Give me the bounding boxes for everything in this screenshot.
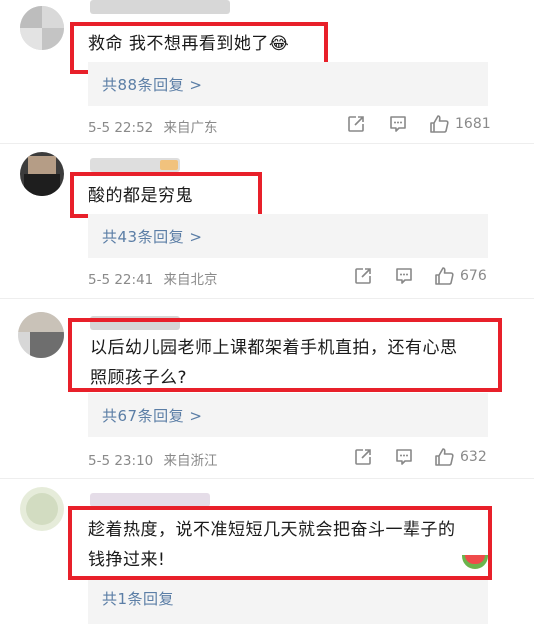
comment-text: 救命 我不想再看到她了😂 bbox=[88, 29, 289, 59]
replies-label: 共1条回复 bbox=[102, 590, 175, 608]
comment-text: 趁着热度，说不准短短几天就会把奋斗一辈子的 钱挣过来! bbox=[88, 515, 456, 575]
comment-text-line: 救命 我不想再看到她了 bbox=[88, 34, 269, 54]
avatar[interactable] bbox=[18, 312, 64, 358]
time-text: 5-5 23:10 bbox=[88, 453, 154, 469]
divider bbox=[0, 143, 534, 144]
comment-icon[interactable] bbox=[394, 266, 414, 286]
comment-text-line: 钱挣过来! bbox=[88, 550, 166, 570]
like-icon[interactable] bbox=[433, 265, 455, 287]
comment-text-line: 酸的都是穷鬼 bbox=[88, 186, 193, 206]
like-count: 1681 bbox=[455, 116, 491, 132]
username-blurred[interactable] bbox=[90, 493, 210, 507]
laugh-cry-emoji-icon: 😂 bbox=[268, 34, 290, 54]
avatar[interactable] bbox=[20, 152, 64, 196]
replies-label: 共43条回复 > bbox=[102, 228, 203, 246]
replies-label: 共88条回复 > bbox=[102, 76, 203, 94]
replies-link[interactable]: 共67条回复 > bbox=[88, 393, 488, 437]
username-blurred[interactable] bbox=[90, 0, 230, 14]
divider bbox=[0, 478, 534, 479]
time-text: 5-5 22:41 bbox=[88, 272, 154, 288]
timestamp: 5-5 23:10 来自浙江 bbox=[88, 449, 218, 469]
timestamp: 5-5 22:52 来自广东 bbox=[88, 116, 218, 136]
time-text: 5-5 22:52 bbox=[88, 120, 154, 136]
location-text: 来自浙江 bbox=[163, 453, 218, 469]
vip-badge-icon bbox=[160, 160, 178, 170]
like-count: 676 bbox=[460, 268, 487, 284]
location-text: 来自广东 bbox=[163, 120, 218, 136]
like-icon[interactable] bbox=[433, 446, 455, 468]
timestamp: 5-5 22:41 来自北京 bbox=[88, 268, 218, 288]
comment-icon[interactable] bbox=[388, 114, 408, 134]
replies-link[interactable]: 共1条回复 bbox=[88, 580, 488, 624]
replies-link[interactable]: 共43条回复 > bbox=[88, 214, 488, 258]
like-icon[interactable] bbox=[428, 113, 450, 135]
divider bbox=[0, 298, 534, 299]
comment-text: 以后幼儿园老师上课都架着手机直拍，还有心思 照顾孩子么? bbox=[90, 333, 458, 393]
avatar[interactable] bbox=[20, 6, 64, 50]
share-icon[interactable] bbox=[353, 266, 373, 286]
like-count: 632 bbox=[460, 449, 487, 465]
comment-text-line: 照顾孩子么? bbox=[90, 368, 188, 388]
share-icon[interactable] bbox=[353, 447, 373, 467]
comment-text: 酸的都是穷鬼 bbox=[88, 181, 193, 211]
location-text: 来自北京 bbox=[163, 272, 218, 288]
comment-text-line: 以后幼儿园老师上课都架着手机直拍，还有心思 bbox=[90, 338, 458, 358]
share-icon[interactable] bbox=[346, 114, 366, 134]
replies-label: 共67条回复 > bbox=[102, 407, 203, 425]
replies-link[interactable]: 共88条回复 > bbox=[88, 62, 488, 106]
avatar[interactable] bbox=[20, 487, 64, 531]
comment-text-line: 趁着热度，说不准短短几天就会把奋斗一辈子的 bbox=[88, 520, 456, 540]
comment-icon[interactable] bbox=[394, 447, 414, 467]
